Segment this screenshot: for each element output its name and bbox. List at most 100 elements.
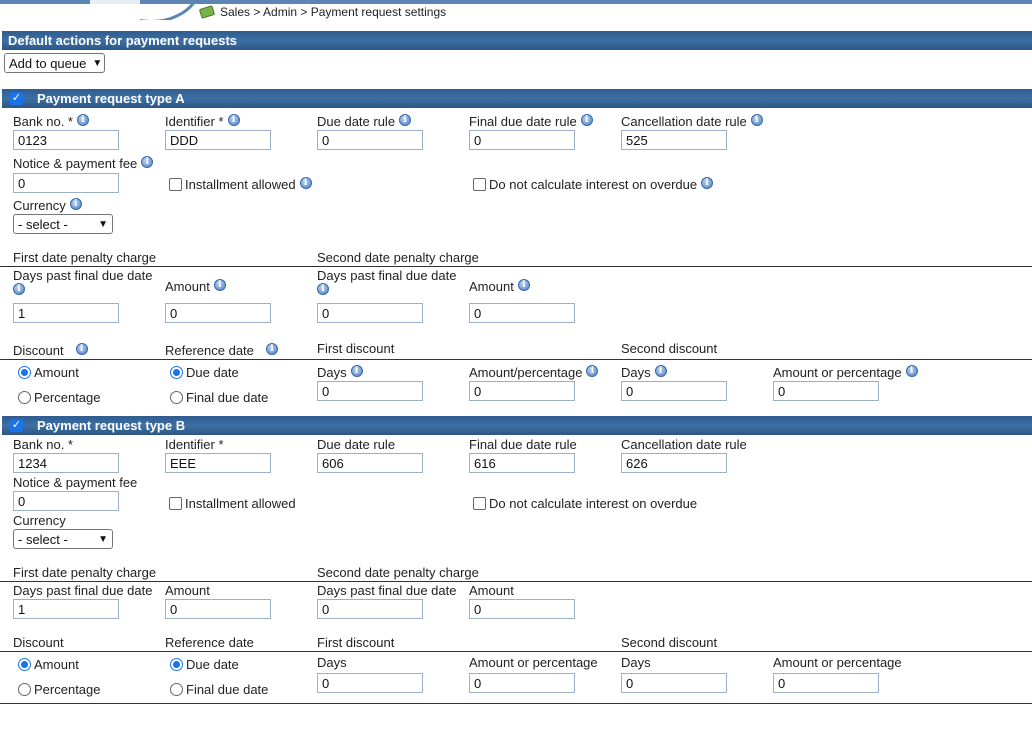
info-icon[interactable]: i — [517, 279, 530, 291]
info-icon[interactable]: i — [227, 114, 240, 126]
b-second-discount-heading: Second discount — [621, 635, 718, 650]
radio-button[interactable] — [170, 366, 183, 379]
b-first-discount-amount-label: Amount or percentage — [469, 655, 598, 670]
info-icon[interactable]: i — [350, 365, 363, 377]
radio-button[interactable] — [18, 391, 31, 404]
a-first-discount-days-label: Days i — [317, 365, 363, 380]
installment-checkbox[interactable] — [169, 178, 182, 191]
a-first-discount-days-input[interactable] — [317, 381, 423, 401]
info-icon[interactable]: i — [654, 365, 667, 377]
type-a-title: Payment request type A — [37, 91, 185, 106]
info-icon[interactable]: i — [213, 279, 226, 291]
no-interest-checkbox[interactable] — [473, 178, 486, 191]
a-radio-due-date[interactable]: Due date — [170, 365, 239, 380]
b-currency-select[interactable]: - select - ▼ — [13, 529, 113, 549]
a-final-due-date-rule-input[interactable] — [469, 130, 575, 150]
info-icon[interactable]: i — [13, 283, 25, 295]
a-second-amount-label: Amount i — [469, 279, 530, 294]
a-cancellation-date-rule-label: Cancellation date rule i — [621, 114, 763, 129]
a-first-discount-amount-label: Amount/percentage i — [469, 365, 599, 380]
info-icon[interactable]: i — [75, 343, 88, 355]
radio-button[interactable] — [18, 683, 31, 696]
a-due-date-rule-input[interactable] — [317, 130, 423, 150]
b-notice-fee-input[interactable] — [13, 491, 119, 511]
divider — [0, 703, 1032, 704]
chevron-down-icon: ▼ — [92, 57, 103, 69]
b-installment-allowed[interactable]: Installment allowed — [169, 496, 296, 511]
info-icon[interactable]: i — [69, 198, 82, 210]
a-radio-amount[interactable]: Amount — [18, 365, 79, 380]
b-first-amount-label: Amount — [165, 583, 210, 598]
b-due-date-rule-input[interactable] — [317, 453, 423, 473]
b-cancellation-date-rule-input[interactable] — [621, 453, 727, 473]
a-first-penalty-days-input[interactable] — [13, 303, 119, 323]
radio-button[interactable] — [170, 683, 183, 696]
b-currency-label: Currency — [13, 513, 66, 528]
b-cancellation-date-rule-label: Cancellation date rule — [621, 437, 747, 452]
b-due-date-rule-label: Due date rule — [317, 437, 396, 452]
b-first-discount-amount-input[interactable] — [469, 673, 575, 693]
a-second-discount-amount-label: Amount or percentage i — [773, 365, 918, 380]
b-second-discount-amount-input[interactable] — [773, 673, 879, 693]
b-first-penalty-amount-input[interactable] — [165, 599, 271, 619]
info-icon[interactable]: i — [399, 114, 412, 126]
info-icon[interactable]: i — [141, 156, 154, 168]
a-bank-no-input[interactable] — [13, 130, 119, 150]
divider — [0, 359, 1032, 360]
money-icon — [198, 5, 216, 19]
b-second-discount-days-input[interactable] — [621, 673, 727, 693]
radio-button[interactable] — [18, 366, 31, 379]
a-second-discount-days-input[interactable] — [621, 381, 727, 401]
b-discount-heading: Discount — [13, 635, 64, 650]
a-radio-percentage[interactable]: Percentage — [18, 390, 101, 405]
b-first-penalty-days-input[interactable] — [13, 599, 119, 619]
info-icon[interactable]: i — [299, 177, 312, 189]
radio-button[interactable] — [170, 658, 183, 671]
a-second-discount-amount-input[interactable] — [773, 381, 879, 401]
a-second-penalty-days-input[interactable] — [317, 303, 423, 323]
a-first-discount-amount-input[interactable] — [469, 381, 575, 401]
radio-button[interactable] — [18, 658, 31, 671]
a-first-penalty-amount-input[interactable] — [165, 303, 271, 323]
b-second-penalty-days-input[interactable] — [317, 599, 423, 619]
a-second-penalty-amount-input[interactable] — [469, 303, 575, 323]
info-icon[interactable]: i — [580, 114, 593, 126]
b-identifier-input[interactable] — [165, 453, 271, 473]
b-final-due-date-rule-input[interactable] — [469, 453, 575, 473]
installment-checkbox[interactable] — [169, 497, 182, 510]
a-currency-label: Currency i — [13, 198, 82, 213]
radio-button[interactable] — [170, 391, 183, 404]
b-second-penalty-amount-input[interactable] — [469, 599, 575, 619]
b-second-discount-amount-label: Amount or percentage — [773, 655, 902, 670]
a-notice-fee-input[interactable] — [13, 173, 119, 193]
b-radio-final-due-date[interactable]: Final due date — [170, 682, 268, 697]
type-b-enabled-checkbox[interactable]: ✓ — [10, 419, 23, 432]
a-first-days-label: Days past final due date i — [13, 268, 153, 295]
info-icon[interactable]: i — [701, 177, 714, 189]
type-a-enabled-checkbox[interactable]: ✓ — [10, 92, 23, 105]
divider — [0, 581, 1032, 582]
b-no-interest[interactable]: Do not calculate interest on overdue — [473, 496, 697, 511]
info-icon[interactable]: i — [905, 365, 918, 377]
a-bank-no-label: Bank no. * i — [13, 114, 89, 129]
info-icon[interactable]: i — [265, 343, 278, 355]
info-icon[interactable]: i — [317, 283, 329, 295]
default-action-select[interactable]: Add to queue ▼ — [4, 53, 105, 73]
a-radio-final-due-date[interactable]: Final due date — [170, 390, 268, 405]
a-identifier-input[interactable] — [165, 130, 271, 150]
a-no-interest[interactable]: Do not calculate interest on overdue i — [473, 177, 714, 192]
info-icon[interactable]: i — [586, 365, 599, 377]
info-icon[interactable]: i — [77, 114, 89, 126]
b-bank-no-input[interactable] — [13, 453, 119, 473]
b-second-days-label: Days past final due date — [317, 583, 457, 598]
a-cancellation-date-rule-input[interactable] — [621, 130, 727, 150]
a-currency-select[interactable]: - select - ▼ — [13, 214, 113, 234]
b-radio-amount[interactable]: Amount — [18, 657, 79, 672]
a-installment-allowed[interactable]: Installment allowed i — [169, 177, 312, 192]
b-radio-percentage[interactable]: Percentage — [18, 682, 101, 697]
b-radio-due-date[interactable]: Due date — [170, 657, 239, 672]
b-first-discount-days-label: Days — [317, 655, 347, 670]
no-interest-checkbox[interactable] — [473, 497, 486, 510]
info-icon[interactable]: i — [750, 114, 763, 126]
b-first-discount-days-input[interactable] — [317, 673, 423, 693]
